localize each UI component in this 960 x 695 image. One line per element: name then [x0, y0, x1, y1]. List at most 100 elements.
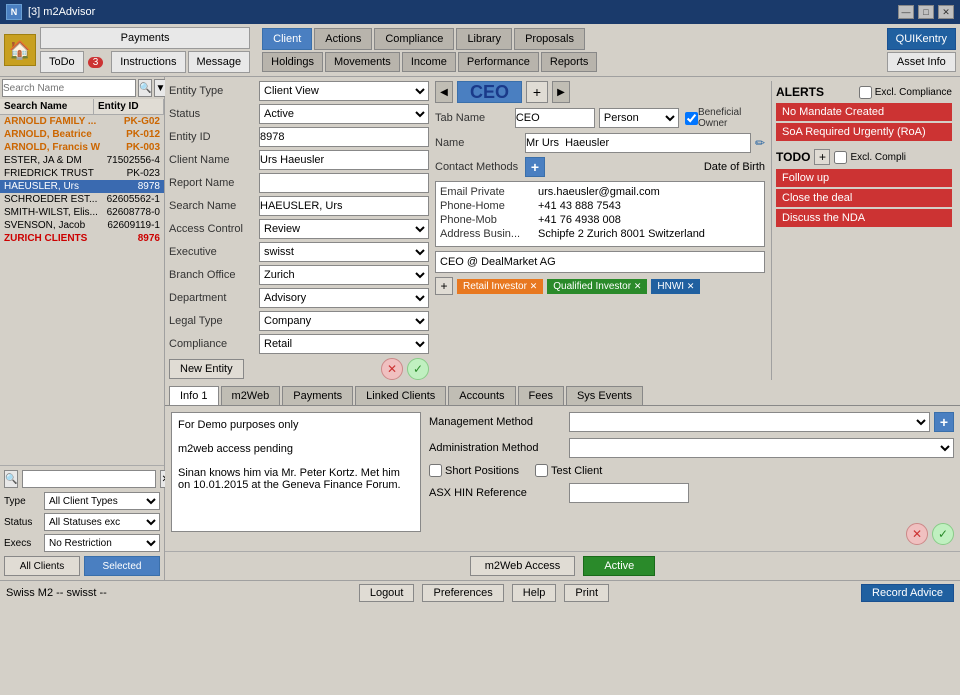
- list-item[interactable]: ARNOLD FAMILY ...PK-G02: [0, 115, 164, 128]
- search-name-input[interactable]: [259, 196, 429, 216]
- filter-status-select[interactable]: All Statuses exc: [44, 513, 160, 531]
- home-button[interactable]: 🏠: [4, 34, 36, 66]
- new-entity-button[interactable]: New Entity: [169, 359, 244, 379]
- tab-accounts[interactable]: Accounts: [448, 386, 515, 405]
- tab-income[interactable]: Income: [402, 52, 456, 72]
- list-item[interactable]: SVENSON, Jacob62609119-1: [0, 219, 164, 232]
- asx-hin-input[interactable]: [569, 483, 689, 503]
- list-item[interactable]: SCHROEDER EST...62605562-1: [0, 193, 164, 206]
- excl-compli-checkbox[interactable]: [834, 151, 847, 164]
- ceo-next-button[interactable]: ▶: [552, 81, 570, 103]
- active-status-button[interactable]: Active: [583, 556, 655, 576]
- contact-methods-add-button[interactable]: +: [525, 157, 545, 177]
- list-search-input[interactable]: [22, 470, 156, 488]
- tab-library[interactable]: Library: [456, 28, 512, 50]
- tab-client[interactable]: Client: [262, 28, 312, 50]
- filter-type-select[interactable]: All Client Types: [44, 492, 160, 510]
- tab-reports[interactable]: Reports: [541, 52, 598, 72]
- asset-info-button[interactable]: Asset Info: [887, 52, 956, 72]
- tab-sys-events[interactable]: Sys Events: [566, 386, 643, 405]
- info-text-area[interactable]: For Demo purposes onlym2web access pendi…: [171, 412, 421, 532]
- todo-button[interactable]: ToDo: [40, 51, 84, 73]
- client-name-input[interactable]: [259, 150, 429, 170]
- confirm-button[interactable]: ✓: [407, 358, 429, 380]
- m2web-access-button[interactable]: m2Web Access: [470, 556, 576, 576]
- quikentry-button[interactable]: QUIKentry: [887, 28, 956, 50]
- department-select[interactable]: Advisory: [259, 288, 429, 308]
- print-button[interactable]: Print: [564, 584, 609, 602]
- instructions-button[interactable]: Instructions: [111, 51, 185, 73]
- info-confirm-button[interactable]: ✓: [932, 523, 954, 545]
- minimize-btn[interactable]: —: [898, 5, 914, 19]
- filter-execs-select[interactable]: No Restriction: [44, 534, 160, 552]
- administration-method-select[interactable]: [569, 438, 954, 458]
- list-item[interactable]: ZURICH CLIENTS8976: [0, 232, 164, 245]
- tag-hnwi[interactable]: HNWI ✕: [651, 279, 700, 294]
- ceo-tab[interactable]: CEO: [457, 81, 522, 103]
- list-item-selected[interactable]: HAEUSLER, Urs8978: [0, 180, 164, 193]
- search-icon[interactable]: 🔍: [138, 79, 152, 97]
- tab-payments[interactable]: Payments: [282, 386, 353, 405]
- info-cancel-button[interactable]: ✕: [906, 523, 928, 545]
- access-control-select[interactable]: Review: [259, 219, 429, 239]
- tab-compliance[interactable]: Compliance: [374, 28, 454, 50]
- col-header-id[interactable]: Entity ID: [94, 99, 164, 114]
- list-item[interactable]: ESTER, JA & DM71502556-4: [0, 154, 164, 167]
- tab-fees[interactable]: Fees: [518, 386, 564, 405]
- management-add-button[interactable]: +: [934, 412, 954, 432]
- todo-add-button[interactable]: +: [814, 149, 830, 165]
- col-header-name[interactable]: Search Name: [0, 99, 94, 114]
- help-button[interactable]: Help: [512, 584, 557, 602]
- management-method-select[interactable]: [569, 412, 930, 432]
- tab-holdings[interactable]: Holdings: [262, 52, 323, 72]
- selected-button[interactable]: Selected: [84, 556, 160, 576]
- cancel-button[interactable]: ✕: [381, 358, 403, 380]
- payments-button[interactable]: Payments: [40, 27, 250, 49]
- report-name-input[interactable]: [259, 173, 429, 193]
- name-input[interactable]: [525, 133, 751, 153]
- tab-movements[interactable]: Movements: [325, 52, 400, 72]
- tag-qualified-investor[interactable]: Qualified Investor ✕: [547, 279, 647, 294]
- tag-add-button[interactable]: +: [435, 277, 453, 295]
- search-input[interactable]: [2, 79, 136, 97]
- tag-retail-investor[interactable]: Retail Investor ✕: [457, 279, 543, 294]
- preferences-button[interactable]: Preferences: [422, 584, 503, 602]
- message-button[interactable]: Message: [188, 51, 251, 73]
- legal-type-select[interactable]: Company: [259, 311, 429, 331]
- short-positions-checkbox[interactable]: [429, 464, 442, 477]
- tab-actions[interactable]: Actions: [314, 28, 372, 50]
- status-text: Swiss M2 -- swisst --: [6, 587, 107, 599]
- excl-compliance-checkbox[interactable]: [859, 86, 872, 99]
- person-type-select[interactable]: Person: [599, 108, 679, 128]
- list-item[interactable]: ARNOLD, BeatricePK-012: [0, 128, 164, 141]
- tab-proposals[interactable]: Proposals: [514, 28, 585, 50]
- list-item[interactable]: FRIEDRICK TRUSTPK-023: [0, 167, 164, 180]
- list-search-icon[interactable]: 🔍: [4, 470, 18, 488]
- entity-id-input[interactable]: [259, 127, 429, 147]
- status-select[interactable]: Active: [259, 104, 429, 124]
- list-item[interactable]: ARNOLD, Francis WPK-003: [0, 141, 164, 154]
- close-btn[interactable]: ✕: [938, 5, 954, 19]
- beneficial-owner-checkbox[interactable]: [685, 112, 698, 125]
- tab-linked-clients[interactable]: Linked Clients: [355, 386, 446, 405]
- ceo-tab-add-button[interactable]: +: [526, 81, 548, 103]
- tab-m2web[interactable]: m2Web: [221, 386, 281, 405]
- tab-performance[interactable]: Performance: [458, 52, 539, 72]
- all-clients-button[interactable]: All Clients: [4, 556, 80, 576]
- entity-type-select[interactable]: Client View: [259, 81, 429, 101]
- logout-button[interactable]: Logout: [359, 584, 415, 602]
- tab-info1[interactable]: Info 1: [169, 386, 219, 405]
- test-client-checkbox[interactable]: [535, 464, 548, 477]
- todo-discuss-nda[interactable]: Discuss the NDA: [776, 209, 952, 227]
- maximize-btn[interactable]: □: [918, 5, 934, 19]
- ceo-prev-button[interactable]: ◀: [435, 81, 453, 103]
- list-item[interactable]: SMITH-WILST, Elis...62608778-0: [0, 206, 164, 219]
- compliance-select[interactable]: Retail: [259, 334, 429, 354]
- tab-name-input[interactable]: [515, 108, 595, 128]
- executive-select[interactable]: swisst: [259, 242, 429, 262]
- todo-follow-up[interactable]: Follow up: [776, 169, 952, 187]
- todo-close-deal[interactable]: Close the deal: [776, 189, 952, 207]
- record-advice-button[interactable]: Record Advice: [861, 584, 954, 602]
- branch-office-select[interactable]: Zurich: [259, 265, 429, 285]
- edit-icon[interactable]: ✏: [755, 136, 765, 150]
